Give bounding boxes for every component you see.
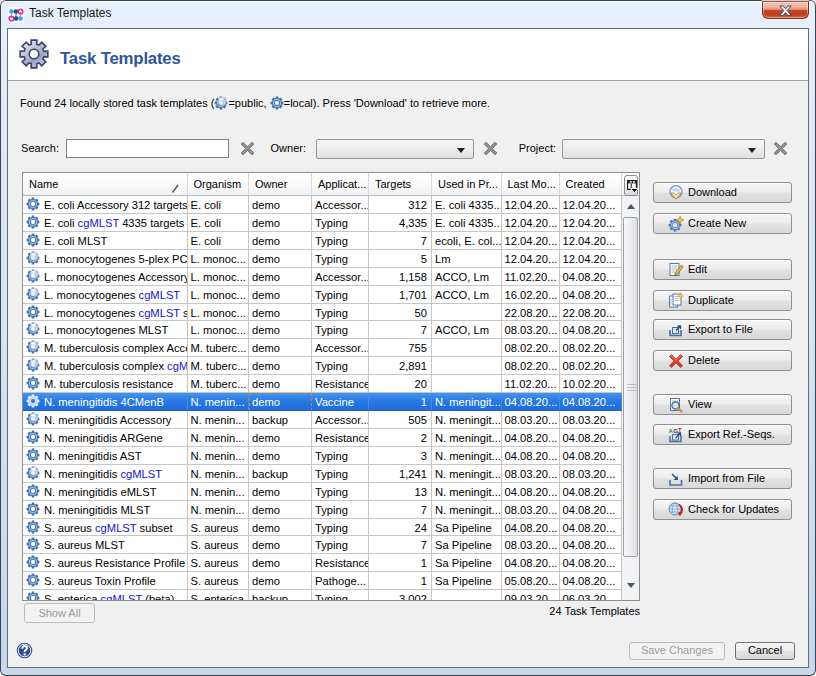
svg-text:T: T	[678, 427, 682, 433]
